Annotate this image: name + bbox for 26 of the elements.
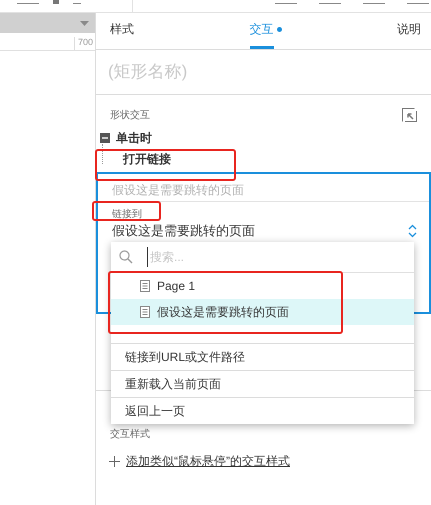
section-title: 交互样式 [110, 428, 150, 441]
action-label[interactable]: 打开链接 [123, 150, 171, 168]
page-item[interactable]: Page 1 [111, 273, 414, 299]
page-item[interactable]: 假设这是需要跳转的页面 [111, 299, 414, 325]
highlight-box [92, 201, 161, 221]
collapse-icon[interactable] [402, 108, 417, 122]
page-icon [140, 280, 150, 292]
tab[interactable]: 样式 [110, 13, 134, 49]
updown-icon [408, 224, 417, 238]
link-select[interactable]: 假设这是需要跳转的页面 [98, 220, 429, 241]
menu-item[interactable]: 返回上一页 [111, 397, 414, 424]
plus-icon [109, 456, 120, 467]
menu-item[interactable]: 链接到URL或文件路径 [111, 343, 414, 370]
search-icon [119, 250, 133, 264]
toolbar-icon[interactable] [53, 0, 59, 4]
add-style-link[interactable]: 添加类似“鼠标悬停”的交互样式 [126, 453, 290, 470]
field-label: 链接到 [112, 208, 142, 220]
tab[interactable]: 说明 [397, 13, 421, 49]
menu-item[interactable]: 重新载入当前页面 [111, 370, 414, 397]
ruler-label: 700 [74, 37, 95, 50]
caret-icon[interactable] [80, 20, 89, 26]
collapse-toggle-icon[interactable] [100, 133, 110, 143]
tab[interactable]: 交互 [250, 13, 282, 49]
event-label[interactable]: 单击时 [116, 130, 152, 146]
page-icon [140, 306, 150, 318]
section-title: 形状交互 [110, 108, 150, 122]
